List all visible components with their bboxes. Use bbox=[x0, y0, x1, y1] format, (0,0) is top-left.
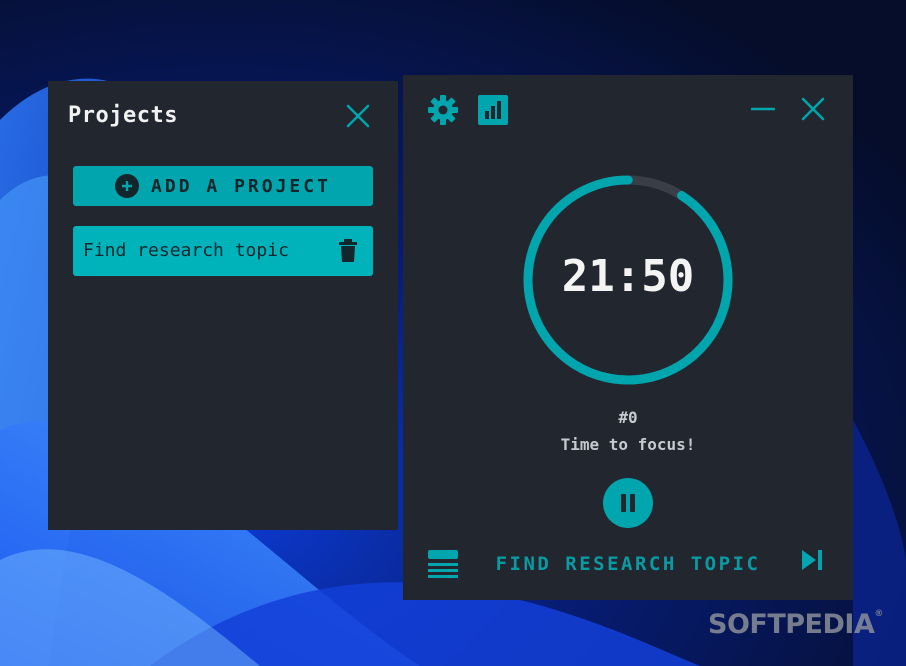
timer-display: 21:50 bbox=[561, 251, 695, 302]
timer-status: Time to focus! bbox=[560, 435, 696, 454]
close-icon[interactable] bbox=[346, 104, 370, 128]
session-number: #0 bbox=[618, 408, 638, 427]
add-project-button[interactable]: ADD A PROJECT bbox=[73, 166, 373, 206]
project-item-name: Find research topic bbox=[83, 240, 289, 261]
project-item[interactable]: Find research topic bbox=[73, 226, 373, 276]
watermark-registered-mark: ® bbox=[874, 609, 883, 619]
projects-title: Projects bbox=[68, 103, 178, 128]
pause-icon bbox=[621, 494, 635, 512]
projects-panel: Projects ADD A PROJECT Find research top… bbox=[48, 81, 398, 530]
plus-circle-icon bbox=[115, 174, 140, 198]
skip-next-icon[interactable] bbox=[801, 549, 823, 571]
bar-chart-icon[interactable] bbox=[478, 95, 508, 125]
minimize-icon[interactable] bbox=[751, 97, 775, 121]
add-project-label: ADD A PROJECT bbox=[151, 175, 331, 197]
close-icon[interactable] bbox=[801, 97, 825, 121]
pause-button[interactable] bbox=[603, 478, 653, 528]
menu-icon[interactable] bbox=[428, 550, 458, 578]
softpedia-watermark: SOFTPEDIA® bbox=[708, 609, 883, 640]
timer-panel: 21:50 #0 Time to focus! FIND RESEARCH TO… bbox=[403, 75, 853, 600]
watermark-text: SOFTPEDIA bbox=[708, 609, 875, 640]
current-project-label[interactable]: FIND RESEARCH TOPIC bbox=[483, 553, 773, 575]
trash-icon[interactable] bbox=[338, 239, 358, 263]
gear-icon[interactable] bbox=[427, 94, 459, 126]
